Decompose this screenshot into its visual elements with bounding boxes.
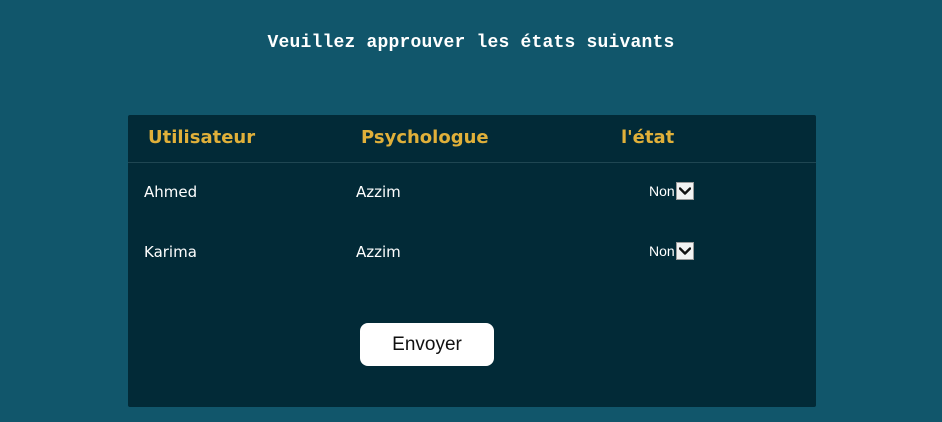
page-title: Veuillez approuver les états suivants <box>267 33 675 53</box>
column-header-state: l'état <box>621 127 675 148</box>
user-cell: Ahmed <box>144 183 198 201</box>
psychologist-cell: Azzim <box>356 183 401 201</box>
approval-table: Utilisateur Psychologue l'état Ahmed Azz… <box>128 115 816 407</box>
table-row: Karima Azzim Non <box>128 238 816 268</box>
submit-button[interactable]: Envoyer <box>360 323 494 366</box>
chevron-down-icon[interactable] <box>675 242 694 260</box>
column-header-user: Utilisateur <box>148 127 256 148</box>
user-cell: Karima <box>144 243 197 261</box>
chevron-down-icon[interactable] <box>675 182 694 200</box>
column-header-psychologist: Psychologue <box>361 127 489 148</box>
state-select[interactable]: Non <box>649 182 694 200</box>
state-select[interactable]: Non <box>649 242 694 260</box>
state-select-value: Non <box>649 243 675 259</box>
table-row: Ahmed Azzim Non <box>128 178 816 208</box>
state-select-value: Non <box>649 183 675 199</box>
psychologist-cell: Azzim <box>356 243 401 261</box>
table-header: Utilisateur Psychologue l'état <box>128 115 816 163</box>
